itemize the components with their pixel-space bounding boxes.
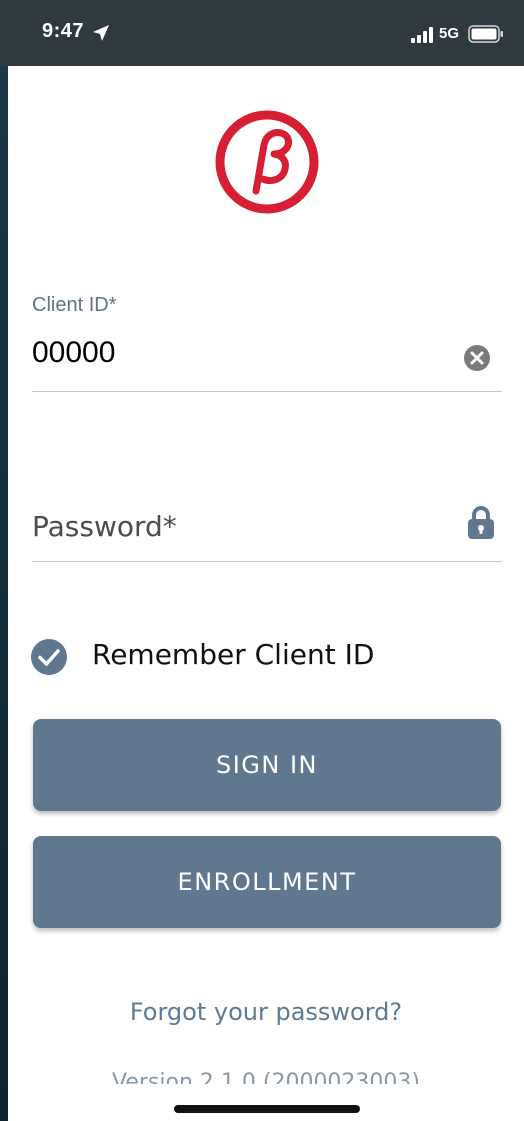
client-id-input[interactable]: [32, 331, 452, 375]
enrollment-button[interactable]: ENROLLMENT: [33, 836, 501, 928]
location-arrow-icon: [93, 25, 109, 41]
remember-client-id-label: Remember Client ID: [92, 638, 375, 671]
password-underline: [32, 561, 502, 562]
battery-icon: [468, 25, 503, 43]
signal-bars-icon: [411, 27, 433, 43]
status-time: 9:47: [42, 20, 85, 42]
client-id-underline: [32, 391, 502, 392]
checkmark-circle-icon[interactable]: [30, 638, 68, 676]
clear-circle-icon[interactable]: [463, 344, 491, 372]
forgot-password-link[interactable]: Forgot your password?: [8, 998, 524, 1026]
login-screen: Client ID* Remember Client ID SIGN IN EN…: [8, 66, 524, 1121]
beta-logo-icon: [215, 110, 319, 214]
lock-icon: [468, 506, 494, 539]
version-text: Version 2.1.0 (2000023003): [112, 1070, 420, 1084]
password-input[interactable]: [32, 504, 452, 548]
client-id-label: Client ID*: [32, 294, 117, 316]
status-bar: 9:47 5G: [0, 0, 524, 66]
sign-in-button[interactable]: SIGN IN: [33, 719, 501, 811]
network-label: 5G: [439, 25, 460, 42]
remember-client-id-checkbox[interactable]: Remember Client ID: [30, 636, 430, 676]
home-indicator[interactable]: [174, 1105, 360, 1113]
